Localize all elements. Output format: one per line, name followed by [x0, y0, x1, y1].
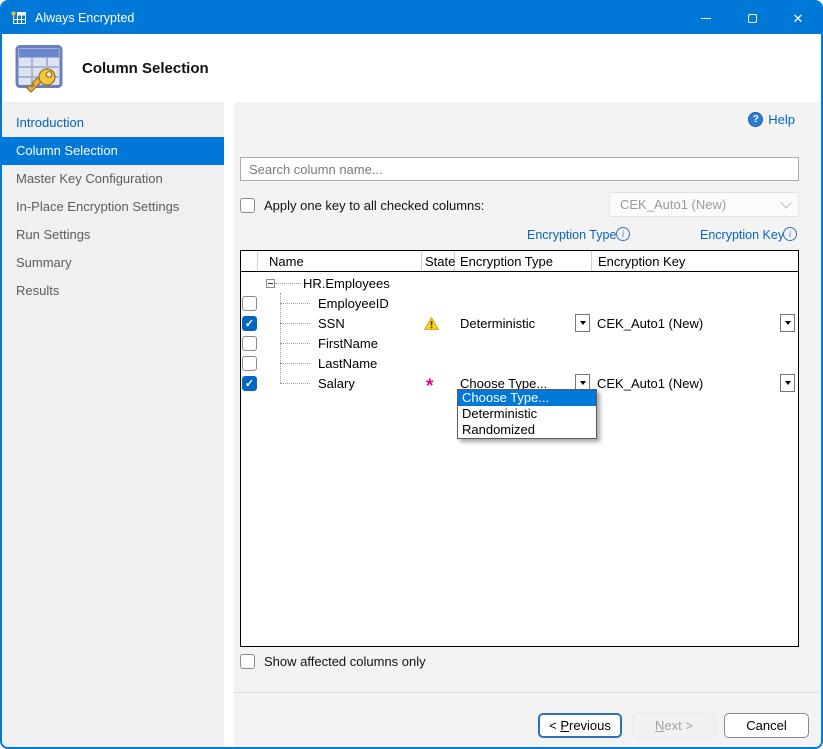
step-introduction[interactable]: Introduction — [2, 109, 224, 137]
encryption-key-dropdown-button[interactable] — [780, 314, 795, 332]
column-name: EmployeeID — [318, 296, 389, 311]
table-key-icon — [15, 43, 65, 100]
row-checkbox[interactable] — [242, 356, 257, 371]
step-master-key-configuration[interactable]: Master Key Configuration — [2, 165, 224, 193]
tree-connector — [275, 283, 301, 284]
row-checkbox[interactable] — [242, 296, 257, 311]
table-header: Name State Encryption Type Encryption Ke… — [241, 251, 798, 272]
column-header-encryption-type[interactable]: Encryption Type — [455, 251, 592, 271]
apply-key-label: Apply one key to all checked columns: — [264, 198, 484, 213]
dropdown-option-randomized[interactable]: Randomized — [458, 422, 596, 438]
encryption-type-info-icon[interactable]: i — [616, 227, 630, 241]
show-affected-label: Show affected columns only — [264, 654, 426, 669]
minimize-button[interactable] — [683, 2, 729, 34]
titlebar[interactable]: Always Encrypted ✕ — [2, 2, 821, 34]
cancel-button[interactable]: Cancel — [724, 713, 809, 738]
apply-key-row: Apply one key to all checked columns: — [240, 198, 484, 213]
checkbox-column-header — [241, 251, 258, 271]
sidebar-divider — [224, 102, 234, 749]
columns-table: Name State Encryption Type Encryption Ke… — [240, 250, 799, 647]
row-checkbox[interactable] — [242, 316, 257, 331]
row-checkbox[interactable] — [242, 376, 257, 391]
column-header-state[interactable]: State — [422, 251, 455, 271]
apply-key-checkbox[interactable] — [240, 198, 255, 213]
chevron-down-icon — [780, 197, 791, 208]
step-in-place-encryption-settings[interactable]: In-Place Encryption Settings — [2, 193, 224, 221]
tree-connector — [280, 303, 310, 304]
window-title: Always Encrypted — [35, 11, 134, 25]
column-header-name[interactable]: Name — [258, 251, 422, 271]
minimize-icon — [701, 18, 711, 19]
encryption-type-dropdown: Choose Type... Deterministic Randomized — [457, 389, 597, 439]
close-icon: ✕ — [793, 12, 804, 25]
cek-combobox-value: CEK_Auto1 (New) — [620, 197, 726, 212]
table-row-firstname[interactable]: FirstName — [241, 333, 798, 353]
column-name: LastName — [318, 356, 377, 371]
close-button[interactable]: ✕ — [775, 2, 821, 34]
encryption-key-value: CEK_Auto1 (New) — [592, 316, 703, 331]
search-input[interactable] — [240, 157, 799, 181]
always-encrypted-window: Always Encrypted ✕ Column S — [0, 0, 823, 749]
dropdown-option-choose-type[interactable]: Choose Type... — [458, 390, 596, 406]
tree-connector — [280, 323, 310, 324]
encryption-key-info-icon[interactable]: i — [783, 227, 797, 241]
tree-connector — [280, 343, 310, 344]
table-group-row[interactable]: HR.Employees — [241, 273, 798, 293]
previous-button[interactable]: < Previous — [538, 713, 622, 738]
dropdown-option-deterministic[interactable]: Deterministic — [458, 406, 596, 422]
encryption-key-dropdown-button[interactable] — [780, 374, 795, 392]
column-name: SSN — [318, 316, 345, 331]
collapse-icon[interactable] — [266, 279, 275, 288]
help-label: Help — [768, 112, 795, 127]
encryption-key-link[interactable]: Encryption Key — [700, 228, 784, 242]
tree-connector — [280, 383, 310, 384]
encryption-type-link[interactable]: Encryption Type — [527, 228, 616, 242]
app-icon — [11, 11, 27, 25]
help-link[interactable]: ? Help — [748, 112, 795, 127]
next-button[interactable]: Next > — [632, 713, 716, 738]
column-name: Salary — [318, 376, 355, 391]
footer-divider — [234, 692, 823, 693]
step-results[interactable]: Results — [2, 277, 224, 305]
page-title: Column Selection — [82, 60, 209, 77]
maximize-icon — [748, 14, 757, 23]
column-header-encryption-key[interactable]: Encryption Key — [592, 251, 798, 271]
required-icon: * — [426, 382, 433, 392]
show-affected-checkbox[interactable] — [240, 654, 255, 669]
maximize-button[interactable] — [729, 2, 775, 34]
step-run-settings[interactable]: Run Settings — [2, 221, 224, 249]
step-column-selection[interactable]: Column Selection — [2, 137, 224, 165]
step-summary[interactable]: Summary — [2, 249, 224, 277]
group-label: HR.Employees — [303, 276, 390, 291]
table-row-lastname[interactable]: LastName — [241, 353, 798, 373]
encryption-type-dropdown-button[interactable] — [575, 314, 590, 332]
row-checkbox[interactable] — [242, 336, 257, 351]
wizard-header: Column Selection — [2, 34, 821, 102]
encryption-key-value: CEK_Auto1 (New) — [592, 376, 703, 391]
tree-connector — [280, 363, 310, 364]
show-affected-row: Show affected columns only — [240, 654, 426, 669]
table-row-employeeid[interactable]: EmployeeID — [241, 293, 798, 313]
table-row-ssn[interactable]: SSN Deterministic CEK_Auto1 (New) — [241, 313, 798, 333]
table-body: HR.Employees EmployeeID SSN Deterministi… — [241, 273, 798, 646]
wizard-steps: Introduction Column Selection Master Key… — [2, 109, 224, 305]
encryption-type-value: Deterministic — [455, 316, 535, 331]
warning-icon — [424, 317, 439, 330]
cek-combobox: CEK_Auto1 (New) — [609, 192, 799, 217]
column-name: FirstName — [318, 336, 378, 351]
help-icon: ? — [748, 112, 763, 127]
